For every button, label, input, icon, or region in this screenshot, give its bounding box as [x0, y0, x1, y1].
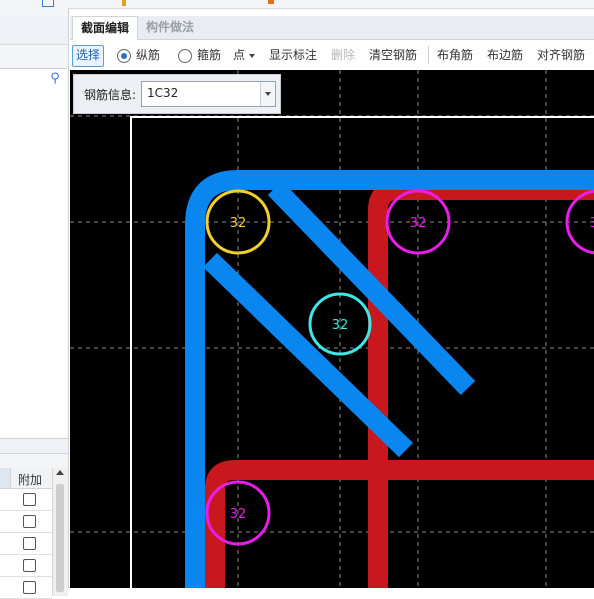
longitudinal-label[interactable]: 纵筋 — [136, 45, 160, 65]
window-top-strip — [0, 0, 594, 9]
panel-splitter[interactable] — [0, 438, 68, 454]
extra-checkbox[interactable] — [23, 559, 36, 572]
extra-checkbox[interactable] — [23, 537, 36, 550]
select-button[interactable]: 选择 — [72, 45, 105, 67]
column-header-extra: 附加 — [18, 473, 43, 487]
inner-stirrup-horizontal — [205, 460, 594, 588]
align-rebar-button[interactable]: 对齐钢筋 — [537, 45, 585, 65]
left-panel-header — [0, 16, 68, 45]
rebar-info-value[interactable]: 1C32 — [147, 86, 178, 100]
attribute-grid — [0, 489, 52, 599]
rebar-info-label: 钢筋信息: — [84, 88, 137, 102]
rebar-info-panel: 钢筋信息: 1C32 — [73, 74, 281, 114]
doc-icon — [42, 0, 54, 7]
delete-button[interactable]: 删除 — [331, 45, 355, 65]
rebar-label: 32 — [230, 216, 247, 231]
table-row — [0, 489, 52, 511]
table-row — [0, 511, 52, 533]
search-input[interactable]: ⚲ — [0, 68, 67, 92]
corner-rebar-button[interactable]: 布角筋 — [437, 45, 473, 65]
rebar-info-combo[interactable]: 1C32 — [141, 81, 276, 107]
scroll-up-arrow-icon[interactable] — [56, 470, 64, 475]
editor-tabs: 截面编辑 构件做法 — [70, 16, 594, 41]
search-icon[interactable]: ⚲ — [48, 72, 62, 86]
chevron-down-icon — [249, 53, 256, 58]
attribute-grid-header: 附加 — [0, 468, 52, 489]
extra-checkbox[interactable] — [23, 493, 36, 506]
scrollbar-thumb[interactable] — [56, 484, 64, 592]
clear-rebar-button[interactable]: 清空钢筋 — [369, 45, 417, 65]
rebar-group: 32 32 32 32 32 — [205, 189, 594, 546]
stirrup-radio[interactable] — [178, 49, 192, 63]
point-label: 点 — [233, 48, 246, 62]
rebar-label: 32 — [410, 216, 427, 231]
row-header-column — [0, 468, 11, 488]
component-tree[interactable] — [0, 90, 67, 438]
section-canvas[interactable]: 32 32 32 32 32 — [70, 70, 594, 588]
rebar-label: 32 — [332, 318, 349, 333]
show-annotation-button[interactable]: 显示标注 — [269, 45, 317, 65]
table-row — [0, 577, 52, 599]
stirrup-label[interactable]: 箍筋 — [197, 45, 221, 65]
inner-stirrup-vertical — [368, 180, 594, 588]
rebar-label: 32 — [590, 216, 594, 231]
point-dropdown[interactable]: 点 — [233, 45, 256, 65]
table-row — [0, 533, 52, 555]
longitudinal-radio[interactable] — [117, 49, 131, 63]
extra-checkbox[interactable] — [23, 515, 36, 528]
left-panel: ⚲ 附加 — [0, 8, 69, 599]
tab-component-method[interactable]: 构件做法 — [138, 16, 202, 39]
table-row — [0, 555, 52, 577]
rebar-label: 32 — [230, 507, 247, 522]
section-toolbar: 选择 纵筋 箍筋 点 显示标注 删除 清空钢筋 布角筋 布边筋 对齐钢筋 — [70, 40, 594, 70]
edge-rebar-button[interactable]: 布边筋 — [487, 45, 523, 65]
pin-icon — [268, 0, 274, 4]
grid-scrollbar[interactable] — [52, 468, 68, 596]
folder-icon — [122, 0, 126, 6]
tab-section-edit[interactable]: 截面编辑 — [72, 16, 139, 41]
dropdown-arrow-icon[interactable] — [260, 82, 275, 106]
section-drawing[interactable]: 32 32 32 32 32 — [70, 70, 594, 588]
toolbar-separator — [428, 46, 429, 64]
